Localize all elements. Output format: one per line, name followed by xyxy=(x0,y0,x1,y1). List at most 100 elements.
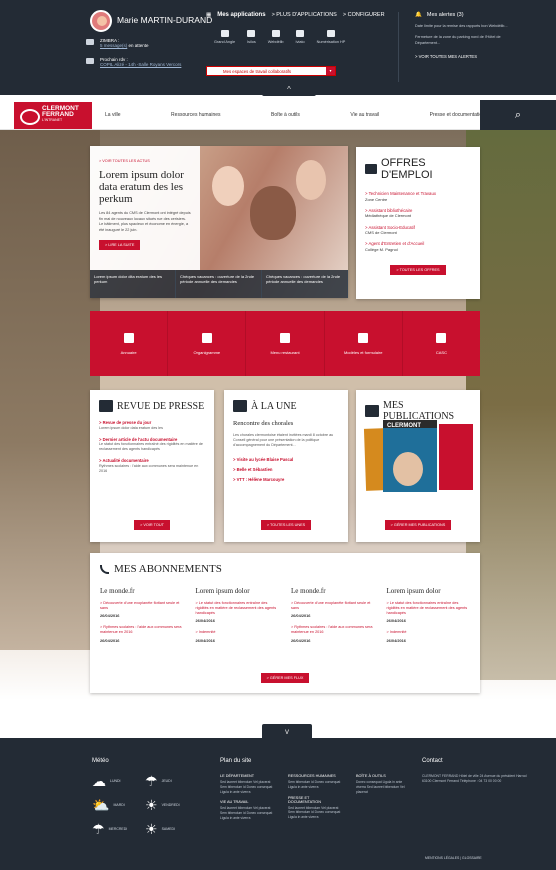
nav-item-ville[interactable]: La ville xyxy=(105,112,121,118)
job-offers: OFFRES D'EMPLOI > Technicien Maintenance… xyxy=(356,147,480,299)
nav-item-vie[interactable]: Vie au travail xyxy=(350,112,379,118)
search-icon: ⌕ xyxy=(514,108,522,121)
alerts-title[interactable]: Mes alertes (3) xyxy=(427,12,464,18)
headline-text: Les chorales clermontoise étaient invité… xyxy=(233,433,334,448)
weather-day: ☀ VENDREDI xyxy=(145,797,180,813)
sitemap-links[interactable]: Donec consequat Ligula in ante viverra S… xyxy=(356,780,410,794)
sitemap-heading[interactable]: PRESSE ET DOCUMENTATION xyxy=(288,796,342,804)
meeting-link[interactable]: COPIL Alizé - 14h -Salle Royans Vercors xyxy=(100,62,181,67)
app-isilos[interactable]: Isilos xyxy=(247,30,256,44)
configure-link[interactable]: > CONFIGURER xyxy=(343,12,385,18)
user-info: ZIMBRA :5 message(s) en attente Prochain… xyxy=(86,38,202,76)
site-logo[interactable]: CLERMONT FERRAND L'INTRANET xyxy=(14,102,92,129)
quick-organigramme[interactable]: Organigramme xyxy=(168,311,247,376)
search-button[interactable]: ⌕ xyxy=(480,100,556,130)
feed-column: Le monde.fr > Découverte d'une exoplanèt… xyxy=(100,587,182,643)
collapse-header-button[interactable]: ^ xyxy=(262,82,316,96)
quick-menu[interactable]: Menu restaurant xyxy=(246,311,325,376)
press-review: REVUE DE PRESSE > Revue de presse du jou… xyxy=(90,390,214,542)
scanner-icon xyxy=(326,30,335,37)
see-all-button[interactable]: > VOIR TOUT xyxy=(134,520,170,530)
sitemap-links[interactable]: Sed laoreet bibendum Vel placerat Sem bi… xyxy=(288,806,342,820)
manage-publications-button[interactable]: > GÉRER MES PUBLICATIONS xyxy=(384,520,452,530)
headline-title[interactable]: Rencontre des chorales xyxy=(233,420,339,427)
weather-day: ☁ LUNDI xyxy=(92,773,121,789)
cursor-icon xyxy=(358,332,369,343)
calendar-icon xyxy=(86,58,94,64)
person-icon xyxy=(271,30,280,37)
sitemap-links[interactable]: Sed laoreet bibendum Vel placerat Sem bi… xyxy=(220,780,274,794)
document-icon xyxy=(233,400,247,412)
slider-thumb[interactable]: Chèques vacances : ouverture de la 2nde … xyxy=(262,270,348,298)
subscriptions: MES ABONNEMENTS Le monde.fr > Découverte… xyxy=(90,553,480,693)
headline-link[interactable]: > Visite au lycée Blaise Pascal xyxy=(233,457,339,462)
top-bar: Marie MARTIN-DURAND ZIMBRA :5 message(s)… xyxy=(0,0,556,95)
sitemap-heading[interactable]: VIE AU TRAVAIL xyxy=(220,800,274,804)
nav-item-rh[interactable]: Ressources humaines xyxy=(171,112,220,118)
slider-thumb[interactable]: Chèques vacances : ouverture de la 2nde … xyxy=(176,270,262,298)
weather: Météo ☁ LUNDI ☂ JEUDI ⛅ MARDI ☀ VENDREDI ☂ ME… xyxy=(92,758,192,836)
scroll-down-button[interactable]: v xyxy=(262,724,312,738)
sitemap-heading[interactable]: RESSOURCES HUMAINES xyxy=(288,774,342,778)
cloud-icon: ☁ xyxy=(92,773,106,789)
slider-thumb[interactable]: Lorem ipsum dolor dita eratum des les pe… xyxy=(90,270,176,298)
zimbra-info: ZIMBRA :5 message(s) en attente xyxy=(86,38,202,48)
alert-item[interactable]: Date limite pour la remise des rapports … xyxy=(415,24,515,29)
user-avatar[interactable] xyxy=(90,10,112,32)
bell-icon: 🔔 xyxy=(415,12,422,18)
partly-cloudy-icon: ⛅ xyxy=(92,797,110,813)
sitemap-heading[interactable]: LE DÉPARTEMENT xyxy=(220,774,274,778)
job-item: > Assistant bibliothécaire Médiathèque de… xyxy=(365,207,413,219)
legal-links[interactable]: MENTIONS LÉGALES | GLOSSAIRE xyxy=(425,856,482,860)
newspaper-icon xyxy=(99,400,113,412)
chevron-down-icon[interactable]: ▾ xyxy=(326,67,335,75)
slide-content: > VOIR TOUTES LES ACTUS Lorem ipsum dolo… xyxy=(90,146,200,270)
rss-icon xyxy=(100,564,109,574)
all-alerts-link[interactable]: > VOIR TOUTES MES ALERTES xyxy=(415,54,548,59)
grid-icon: ▦ xyxy=(206,12,212,18)
nav-item-outils[interactable]: Boîte à outils xyxy=(271,112,300,118)
quick-modeles[interactable]: Modèles et formulaire xyxy=(325,311,403,376)
more-apps-link[interactable]: > PLUS D'APPLICATIONS xyxy=(272,12,337,18)
weather-day: ☀ SAMEDI xyxy=(145,821,175,837)
headline-link[interactable]: > VTT : Hélène Marcouyre xyxy=(233,477,339,482)
quick-annuaire[interactable]: Annuaire xyxy=(90,311,169,376)
contacts-icon xyxy=(123,332,134,343)
job-item: > Agent d'Entretien et d'Accueil Collège … xyxy=(365,241,425,252)
nav-item-presse[interactable]: Presse et documentation xyxy=(430,112,485,118)
publications: MES PUBLICATIONS CLERMONT > GÉRER MES PU… xyxy=(356,390,480,542)
contact-info: CLERMONT FERRAND Hôtel de ville 24 Avenu… xyxy=(422,774,527,784)
app-iviato[interactable]: Iviato xyxy=(296,30,305,44)
quick-links: Annuaire Organigramme Menu restaurant Mo… xyxy=(90,311,480,376)
slider-thumbs: Lorem ipsum dolor dita eratum des les pe… xyxy=(90,270,348,298)
rain-icon: ☂ xyxy=(145,773,158,789)
sitemap-heading[interactable]: BOÎTE À OUTILS xyxy=(356,774,410,778)
app-webdelib[interactable]: Webdélib xyxy=(268,30,284,44)
all-offers-button[interactable]: > TOUTES LES OFFRES xyxy=(390,265,446,276)
messages-link[interactable]: 5 message(s) xyxy=(100,43,127,48)
user-name[interactable]: Marie MARTIN-DURAND xyxy=(117,15,212,25)
camera-icon xyxy=(220,30,229,37)
feed-column: Le monde.fr > Découverte d'une exoplanèt… xyxy=(291,587,373,643)
slide-text: Les 84 agents du CMS de Clermont ont int… xyxy=(99,211,191,232)
headline-link[interactable]: > Belle et Sébastien xyxy=(233,467,339,472)
headlines: À LA UNE Rencontre des chorales Les chor… xyxy=(224,390,348,542)
sitemap-links[interactable]: Sem bibendum id Donec consequat Ligula i… xyxy=(288,780,342,790)
sitemap-links[interactable]: Sed laoreet bibendum Vel placerat Sem bi… xyxy=(220,806,274,820)
feed-column: Lorem ipsum dolor > Le statut des foncti… xyxy=(195,587,277,643)
weather-day: ☂ MERCREDI xyxy=(92,821,128,837)
quick-casc[interactable]: CASC xyxy=(403,311,480,376)
app-numerisation[interactable]: Numérisation HP xyxy=(317,30,345,44)
manage-feeds-button[interactable]: > GÉRER MES FLUX xyxy=(260,673,310,683)
workspace-select[interactable]: Mes espaces de travail collaboratifs ▾ xyxy=(206,66,336,76)
job-item: > Assistant Socio-Educatif CMS de Clermon… xyxy=(365,224,415,236)
read-more-button[interactable]: > LIRE LA SUITE xyxy=(99,240,141,251)
magazine-covers[interactable]: CLERMONT xyxy=(363,418,473,498)
all-news-link[interactable]: > VOIR TOUTES LES ACTUS xyxy=(99,159,191,163)
briefcase-icon xyxy=(365,164,377,174)
chat-icon xyxy=(436,332,447,343)
all-headlines-button[interactable]: > TOUTES LES UNES xyxy=(260,520,312,530)
alert-item[interactable]: Fermeture de la zone du parking nord de … xyxy=(415,35,515,46)
app-grand-angle[interactable]: Grand Angle xyxy=(214,30,235,44)
slide-title: Lorem ipsum dolor data eratum des les pe… xyxy=(99,169,184,206)
